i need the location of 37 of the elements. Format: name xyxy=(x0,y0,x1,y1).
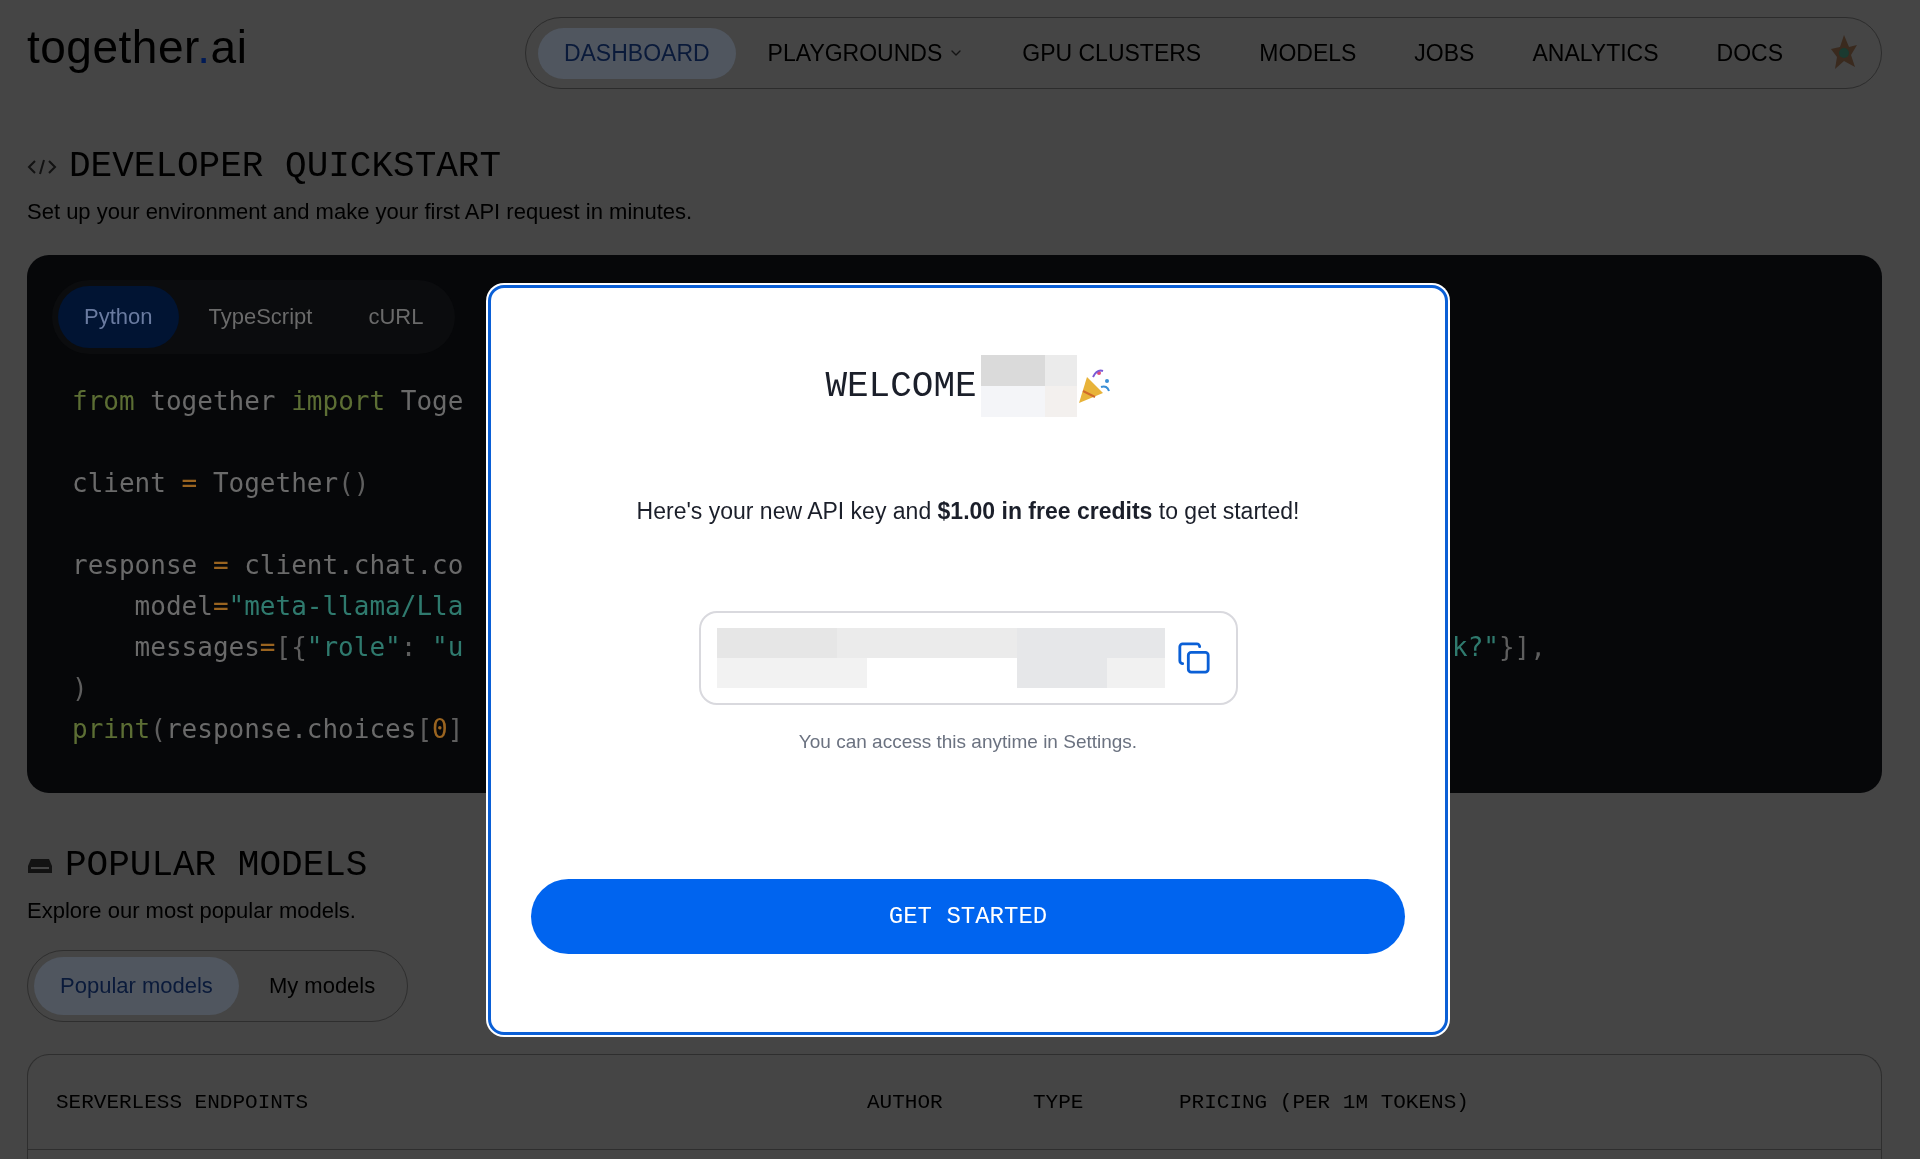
column-header: TYPE xyxy=(1033,1090,1085,1114)
nav-link[interactable]: DOCS xyxy=(1690,27,1809,79)
code-line: k?"}], xyxy=(1452,631,1546,662)
nav-link[interactable]: ANALYTICS xyxy=(1506,27,1685,79)
language-tab[interactable]: cURL xyxy=(342,286,450,348)
code-line: print(response.choices[0] xyxy=(72,713,464,744)
dialog-title: WELCOME xyxy=(825,365,977,407)
nav-link[interactable]: MODELS xyxy=(1233,27,1383,79)
stack-icon xyxy=(27,856,53,875)
nav-link[interactable]: JOBS xyxy=(1388,27,1501,79)
column-header: SERVERLESS ENDPOINTS xyxy=(56,1090,310,1114)
section-subtitle: Explore our most popular models. xyxy=(27,898,356,924)
api-key-field[interactable] xyxy=(698,611,1238,705)
column-header: AUTHOR xyxy=(867,1090,944,1114)
model-tab[interactable]: My models xyxy=(242,957,402,1015)
section-title: DEVELOPER QUICKSTART xyxy=(69,146,502,187)
code-line: model="meta-llama/Lla xyxy=(133,590,464,621)
language-tab[interactable]: Python xyxy=(58,286,179,348)
code-line: messages=[{"role": "u xyxy=(133,631,464,662)
code-line: ) xyxy=(72,672,88,703)
nav-link[interactable]: GPU CLUSTERS xyxy=(996,27,1228,79)
nav-link[interactable]: DASHBOARD xyxy=(537,27,736,79)
code-line: client = Together() xyxy=(72,467,370,498)
section-subtitle: Set up your environment and make your first API request in minutes. xyxy=(27,199,693,225)
copy-button[interactable] xyxy=(1176,641,1211,675)
logo[interactable]: together.ai xyxy=(27,20,248,74)
language-tab[interactable]: TypeScript xyxy=(182,286,339,348)
model-tab[interactable]: Popular models xyxy=(34,957,239,1015)
column-header: PRICING (PER 1M TOKENS) xyxy=(1179,1090,1470,1114)
dialog-message: Here's your new API key and $1.00 in free credits to get started! xyxy=(636,498,1300,525)
code-line: response = client.chat.co xyxy=(72,549,464,580)
section-title: POPULAR MODELS xyxy=(65,845,368,886)
nav-link[interactable]: PLAYGROUNDS xyxy=(741,27,991,79)
party-popper-icon xyxy=(1076,367,1111,405)
get-started-button[interactable]: GET STARTED xyxy=(531,879,1405,954)
code-line: from together import Toge xyxy=(72,385,464,416)
hint-text: You can access this anytime in Settings. xyxy=(798,731,1138,753)
